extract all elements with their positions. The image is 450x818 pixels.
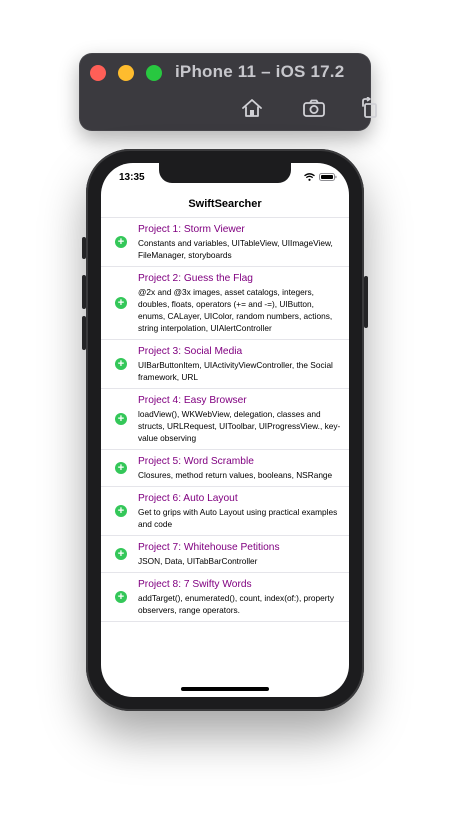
simulator-stage: iPhone 11 – iOS 17.2 13:35 SwiftSearcher… xyxy=(0,0,450,818)
simulator-title: iPhone 11 – iOS 17.2 xyxy=(175,62,345,81)
add-icon: + xyxy=(115,297,127,309)
rotate-icon xyxy=(362,97,377,118)
minimize-window-button[interactable] xyxy=(118,65,134,81)
project-row-4[interactable]: + Project 4: Easy Browser loadView(), WK… xyxy=(101,389,349,450)
project-row-5[interactable]: + Project 5: Word Scramble Closures, met… xyxy=(101,450,349,487)
project-subtitle: @2x and @3x images, asset catalogs, inte… xyxy=(138,287,333,333)
project-title: Project 3: Social Media xyxy=(138,346,243,357)
project-title: Project 5: Word Scramble xyxy=(138,456,254,467)
add-icon: + xyxy=(115,591,127,603)
project-row-3[interactable]: + Project 3: Social Media UIBarButtonIte… xyxy=(101,340,349,389)
power-button[interactable] xyxy=(364,276,368,328)
project-title: Project 1: Storm Viewer xyxy=(138,224,245,235)
battery-icon xyxy=(319,173,337,181)
project-subtitle: addTarget(), enumerated(), count, index(… xyxy=(138,593,334,615)
project-title: Project 6: Auto Layout xyxy=(138,493,238,504)
add-icon: + xyxy=(115,236,127,248)
close-window-button[interactable] xyxy=(90,65,106,81)
projects-list: + Project 1: Storm Viewer Constants and … xyxy=(101,217,349,622)
status-time: 13:35 xyxy=(119,172,145,183)
project-row-7[interactable]: + Project 7: Whitehouse Petitions JSON, … xyxy=(101,536,349,573)
notch xyxy=(159,163,291,183)
project-subtitle: UIBarButtonItem, UIActivityViewControlle… xyxy=(138,360,333,382)
project-subtitle: Get to grips with Auto Layout using prac… xyxy=(138,507,338,529)
screenshot-icon xyxy=(303,99,325,117)
project-title: Project 7: Whitehouse Petitions xyxy=(138,542,280,553)
add-icon: + xyxy=(115,358,127,370)
home-button[interactable] xyxy=(239,95,265,121)
home-icon xyxy=(242,99,262,117)
screenshot-button[interactable] xyxy=(301,95,327,121)
device-screen: 13:35 SwiftSearcher + Project 1: Storm V… xyxy=(101,163,349,697)
project-title: Project 2: Guess the Flag xyxy=(138,273,253,284)
wifi-icon xyxy=(304,173,315,181)
home-indicator[interactable] xyxy=(181,687,269,691)
add-icon: + xyxy=(115,462,127,474)
project-title: Project 8: 7 Swifty Words xyxy=(138,579,252,590)
simulator-toolbar: iPhone 11 – iOS 17.2 xyxy=(79,53,377,131)
add-icon: + xyxy=(115,505,127,517)
project-row-1[interactable]: + Project 1: Storm Viewer Constants and … xyxy=(101,218,349,267)
project-row-6[interactable]: + Project 6: Auto Layout Get to grips wi… xyxy=(101,487,349,536)
status-icons xyxy=(304,173,337,181)
project-row-2[interactable]: + Project 2: Guess the Flag @2x and @3x … xyxy=(101,267,349,340)
project-subtitle: loadView(), WKWebView, delegation, class… xyxy=(138,409,341,443)
rotate-button[interactable] xyxy=(357,95,383,121)
add-icon: + xyxy=(115,548,127,560)
zoom-window-button[interactable] xyxy=(146,65,162,81)
add-icon: + xyxy=(115,413,127,425)
project-subtitle: Constants and variables, UITableView, UI… xyxy=(138,238,333,260)
project-row-8[interactable]: + Project 8: 7 Swifty Words addTarget(),… xyxy=(101,573,349,622)
nav-title: SwiftSearcher xyxy=(188,198,262,210)
project-subtitle: Closures, method return values, booleans… xyxy=(138,470,333,480)
project-title: Project 4: Easy Browser xyxy=(138,395,247,406)
project-subtitle: JSON, Data, UITabBarController xyxy=(138,556,258,566)
